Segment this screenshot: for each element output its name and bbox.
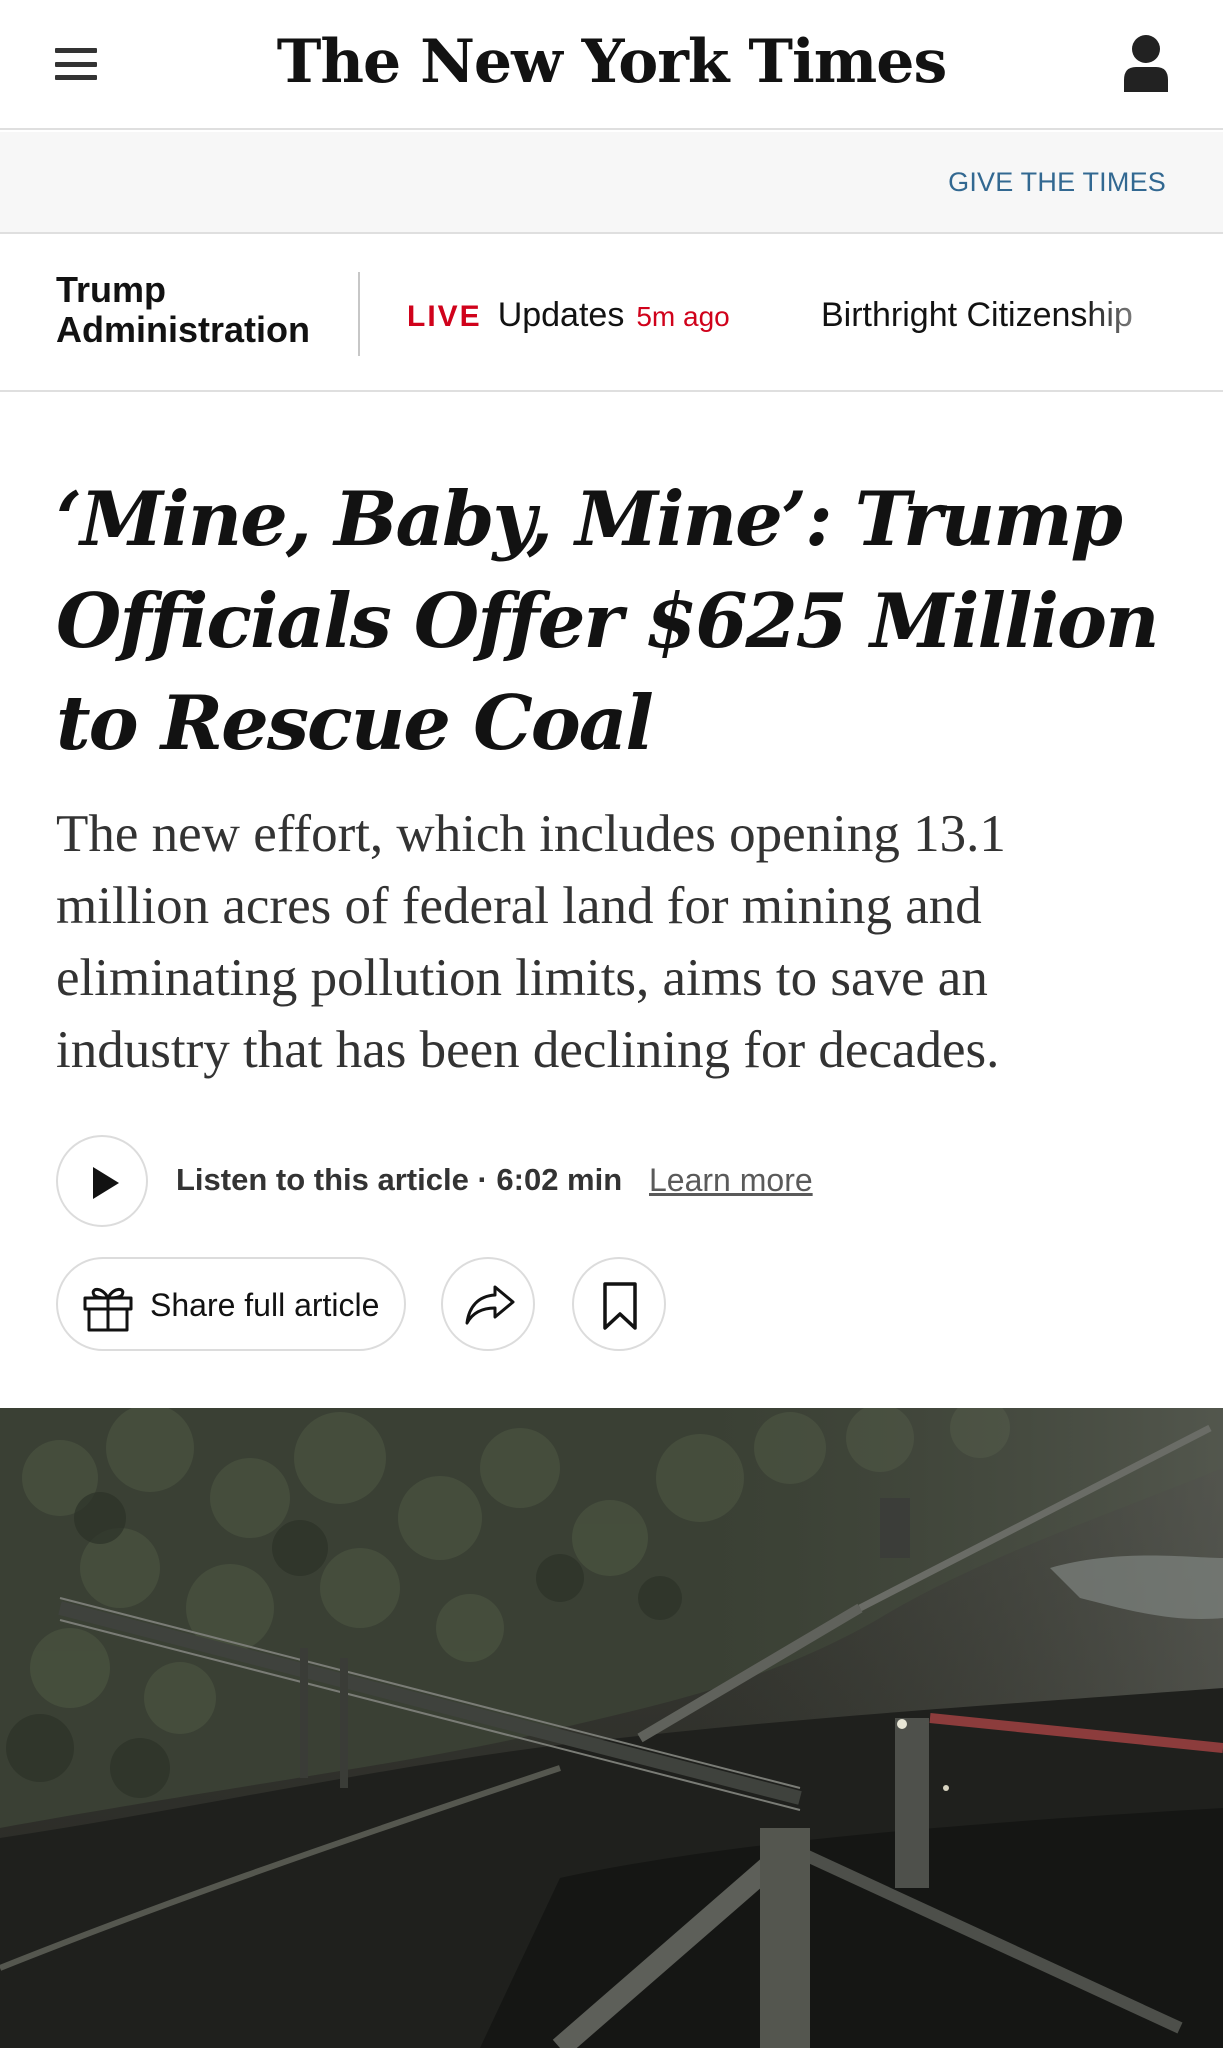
listen-label: Listen to this article · 6:02 min [176,1162,623,1197]
coal-mine-photo [0,1408,1223,2048]
nav-divider [358,272,360,356]
gift-bar: GIVE THE TIMES [0,132,1223,234]
share-button[interactable] [441,1257,535,1351]
nyt-logo[interactable]: The New York Times [0,24,1223,100]
section-label[interactable]: Trump Administration [56,270,310,350]
gift-icon [83,1287,133,1332]
learn-more-link[interactable]: Learn more [649,1162,813,1199]
live-badge: LIVE [407,300,482,333]
bookmark-icon [603,1282,637,1330]
share-full-article-label: Share full article [150,1287,380,1323]
masthead: The New York Times [0,0,1223,130]
save-button[interactable] [572,1257,666,1351]
hero-image [0,1408,1223,2048]
live-updates-time: 5m ago [636,301,730,332]
section-nav: Trump Administration LIVE Updates 5m ago… [0,236,1223,392]
user-account-icon[interactable] [1122,34,1170,92]
nav-scroll-fade [1083,236,1223,390]
give-the-times-link[interactable]: GIVE THE TIMES [948,167,1166,198]
live-updates-text: Updates [497,296,625,334]
share-arrow-icon [465,1285,515,1325]
article-summary: The new effort, which includes opening 1… [56,805,1006,1079]
play-audio-button[interactable] [56,1135,148,1227]
article-headline: ‘Mine, Baby, Mine’: Trump Officials Offe… [56,475,1160,767]
live-updates-link[interactable]: LIVE Updates 5m ago [407,296,730,335]
play-icon [93,1167,119,1199]
share-full-article-button[interactable]: Share full article [56,1257,406,1351]
